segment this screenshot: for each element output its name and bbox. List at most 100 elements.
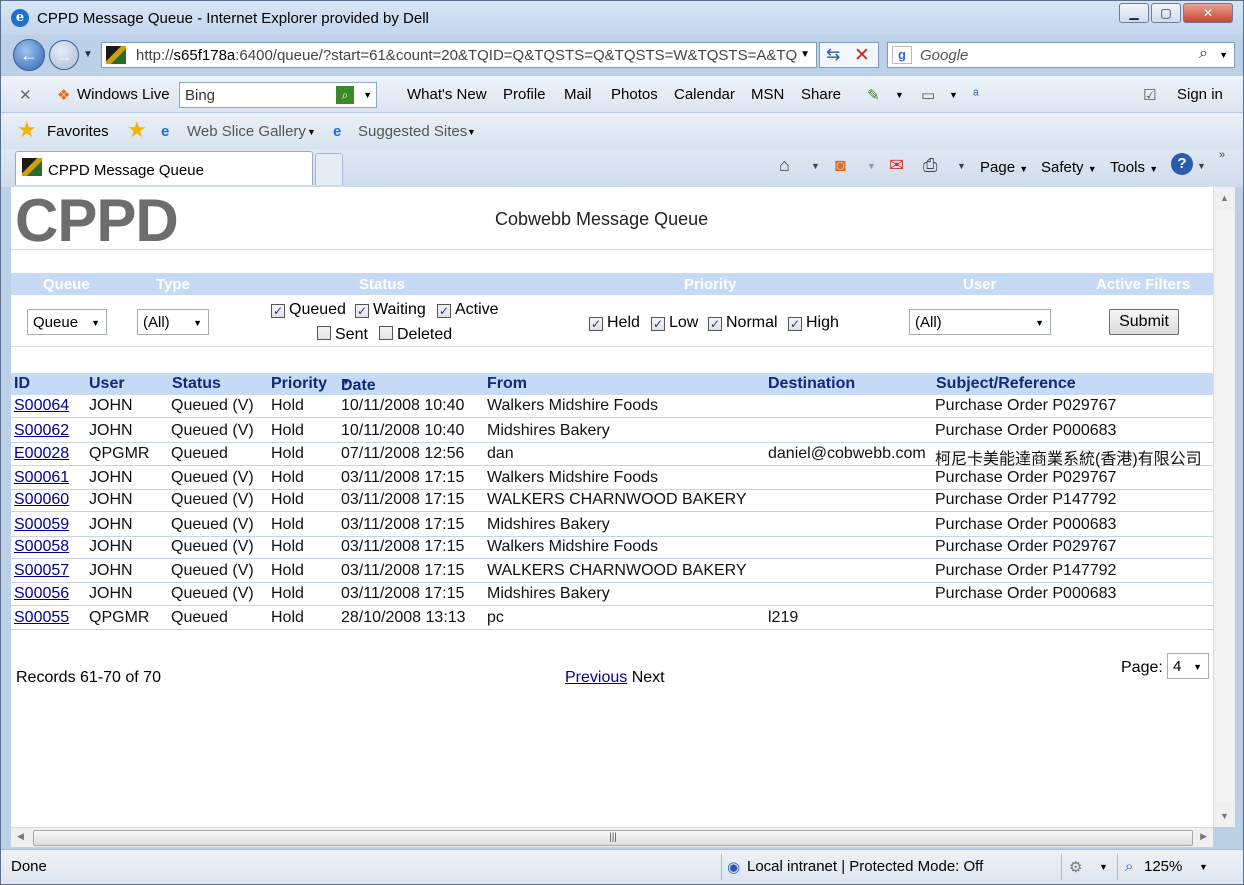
status-queued-checkbox[interactable]: ✓ Queued bbox=[271, 301, 346, 319]
cell-id[interactable]: S00056 bbox=[14, 585, 69, 603]
window-icon[interactable]: ▭ bbox=[921, 86, 935, 104]
safety-menu[interactable]: Safety ▼ bbox=[1041, 159, 1097, 176]
close-toolbar-icon[interactable]: ✕ bbox=[19, 86, 32, 104]
link-photos[interactable]: Photos bbox=[611, 86, 658, 103]
feeds-dropdown-icon[interactable]: ▼ bbox=[867, 161, 876, 171]
link-calendar[interactable]: Calendar bbox=[674, 86, 735, 103]
cell-id[interactable]: E00028 bbox=[14, 445, 69, 463]
tab-cppd-message-queue[interactable]: CPPD Message Queue bbox=[15, 151, 313, 185]
tools-menu[interactable]: Tools ▼ bbox=[1110, 159, 1158, 176]
col-destination[interactable]: Destination bbox=[768, 375, 855, 393]
horizontal-scrollbar[interactable]: ◀ ||| ▶ bbox=[11, 827, 1213, 847]
cell-id[interactable]: S00062 bbox=[14, 422, 69, 440]
scroll-right-icon[interactable]: ▶ bbox=[1200, 831, 1207, 842]
vertical-scrollbar[interactable]: ▲ ▼ bbox=[1213, 187, 1235, 827]
refresh-icon[interactable]: ⇆ bbox=[826, 45, 840, 65]
zoom-level[interactable]: 125% bbox=[1144, 858, 1182, 875]
status-active-checkbox[interactable]: ✓ Active bbox=[437, 301, 499, 319]
status-deleted-checkbox[interactable]: Deleted bbox=[379, 326, 452, 344]
cell-id[interactable]: S00055 bbox=[14, 609, 69, 627]
address-dropdown-icon[interactable]: ▼ bbox=[800, 49, 810, 60]
blog-icon[interactable]: ✎ bbox=[867, 86, 880, 104]
help-dropdown-icon[interactable]: ▼ bbox=[1197, 161, 1206, 171]
link-whats-new[interactable]: What's New bbox=[407, 86, 487, 103]
forward-button[interactable]: → bbox=[49, 40, 79, 70]
suggested-sites-link[interactable]: Suggested Sites bbox=[358, 123, 467, 140]
link-mail[interactable]: Mail bbox=[564, 86, 592, 103]
suggested-dropdown-icon[interactable]: ▼ bbox=[467, 127, 476, 137]
bing-go-icon[interactable]: ⌕ bbox=[336, 86, 354, 104]
popup-blocker-icon[interactable]: ⚙ bbox=[1069, 858, 1082, 876]
status-waiting-checkbox[interactable]: ✓ Waiting bbox=[355, 301, 426, 319]
cell-id[interactable]: S00064 bbox=[14, 397, 69, 415]
home-dropdown-icon[interactable]: ▼ bbox=[811, 161, 820, 171]
link-share[interactable]: Share bbox=[801, 86, 841, 103]
scroll-up-icon[interactable]: ▲ bbox=[1220, 193, 1229, 203]
page-select[interactable]: 4 ▼ bbox=[1167, 653, 1209, 679]
bing-input[interactable]: Bing bbox=[185, 87, 215, 104]
scroll-down-icon[interactable]: ▼ bbox=[1220, 811, 1229, 821]
new-tab-button[interactable] bbox=[315, 153, 343, 185]
col-id[interactable]: ID bbox=[14, 375, 30, 393]
window-dropdown-icon[interactable]: ▼ bbox=[949, 90, 958, 100]
user-select[interactable]: (All) ▼ bbox=[909, 309, 1051, 335]
favorites-button[interactable]: Favorites bbox=[47, 123, 109, 140]
windows-live-link[interactable]: Windows Live bbox=[77, 86, 170, 103]
horizontal-scroll-thumb[interactable]: ||| bbox=[33, 830, 1193, 846]
cell-id[interactable]: S00058 bbox=[14, 538, 69, 556]
col-from[interactable]: From bbox=[487, 375, 527, 393]
feeds-icon[interactable]: ◙ bbox=[835, 155, 846, 176]
history-dropdown-icon[interactable]: ▼ bbox=[83, 49, 93, 60]
chevron-more-icon[interactable]: » bbox=[1219, 149, 1225, 161]
link-profile[interactable]: Profile bbox=[503, 86, 546, 103]
print-dropdown-icon[interactable]: ▼ bbox=[957, 161, 966, 171]
search-dropdown-icon[interactable]: ▼ bbox=[1219, 50, 1228, 60]
blog-dropdown-icon[interactable]: ▼ bbox=[895, 90, 904, 100]
sign-in-link[interactable]: Sign in bbox=[1177, 86, 1223, 103]
priority-high-checkbox[interactable]: ✓ High bbox=[788, 314, 839, 332]
col-priority[interactable]: Priority bbox=[271, 375, 327, 393]
minimize-button[interactable]: ▁ bbox=[1119, 3, 1149, 23]
priority-normal-checkbox[interactable]: ✓ Normal bbox=[708, 314, 778, 332]
web-slice-dropdown-icon[interactable]: ▼ bbox=[307, 127, 316, 137]
bing-dropdown-icon[interactable]: ▼ bbox=[363, 90, 372, 100]
queue-select[interactable]: Queue ▼ bbox=[27, 309, 107, 335]
type-select[interactable]: (All) ▼ bbox=[137, 309, 209, 335]
previous-link[interactable]: Previous bbox=[565, 669, 627, 686]
page-menu[interactable]: Page ▼ bbox=[980, 159, 1028, 176]
stop-icon[interactable]: ✕ bbox=[854, 44, 870, 67]
address-bar[interactable]: http://s65f178a:6400/queue/?start=61&cou… bbox=[101, 42, 817, 68]
col-subject[interactable]: Subject/Reference bbox=[936, 375, 1076, 393]
cell-id[interactable]: S00060 bbox=[14, 491, 69, 509]
bing-search[interactable]: Bing ⌕ ▼ bbox=[179, 82, 377, 108]
back-button[interactable]: ← bbox=[13, 39, 45, 71]
web-slice-gallery-link[interactable]: Web Slice Gallery bbox=[187, 123, 306, 140]
search-box[interactable]: g Google ⌕ ▼ bbox=[887, 42, 1235, 68]
priority-low-checkbox[interactable]: ✓ Low bbox=[651, 314, 698, 332]
vertical-scroll-thumb[interactable] bbox=[1216, 211, 1234, 801]
zoom-icon[interactable]: ⌕ bbox=[1125, 858, 1133, 875]
scroll-left-icon[interactable]: ◀ bbox=[17, 831, 24, 842]
security-zone[interactable]: Local intranet | Protected Mode: Off bbox=[747, 858, 983, 875]
cell-id[interactable]: S00057 bbox=[14, 562, 69, 580]
col-status[interactable]: Status bbox=[172, 375, 221, 393]
home-icon[interactable]: ⌂ bbox=[779, 155, 790, 176]
cell-id[interactable]: S00059 bbox=[14, 516, 69, 534]
cell-id[interactable]: S00061 bbox=[14, 469, 69, 487]
link-msn[interactable]: MSN bbox=[751, 86, 784, 103]
col-user[interactable]: User bbox=[89, 375, 125, 393]
close-button[interactable]: ✕ bbox=[1183, 3, 1233, 23]
add-favorites-icon[interactable]: ★ bbox=[127, 117, 147, 143]
maximize-button[interactable]: ▢ bbox=[1151, 3, 1181, 23]
print-icon[interactable]: ⎙ bbox=[923, 155, 937, 176]
status-sent-checkbox[interactable]: Sent bbox=[317, 326, 368, 344]
search-icon[interactable]: ⌕ bbox=[1199, 45, 1208, 63]
translate-icon[interactable]: ᵃ bbox=[973, 86, 979, 103]
read-mail-icon[interactable]: ✉ bbox=[889, 155, 904, 176]
search-input[interactable]: Google bbox=[920, 47, 968, 64]
popup-dropdown-icon[interactable]: ▼ bbox=[1099, 862, 1108, 872]
submit-button[interactable]: Submit bbox=[1109, 309, 1179, 335]
help-icon[interactable]: ? bbox=[1171, 153, 1193, 175]
priority-held-checkbox[interactable]: ✓ Held bbox=[589, 314, 640, 332]
zoom-dropdown-icon[interactable]: ▼ bbox=[1199, 862, 1208, 872]
